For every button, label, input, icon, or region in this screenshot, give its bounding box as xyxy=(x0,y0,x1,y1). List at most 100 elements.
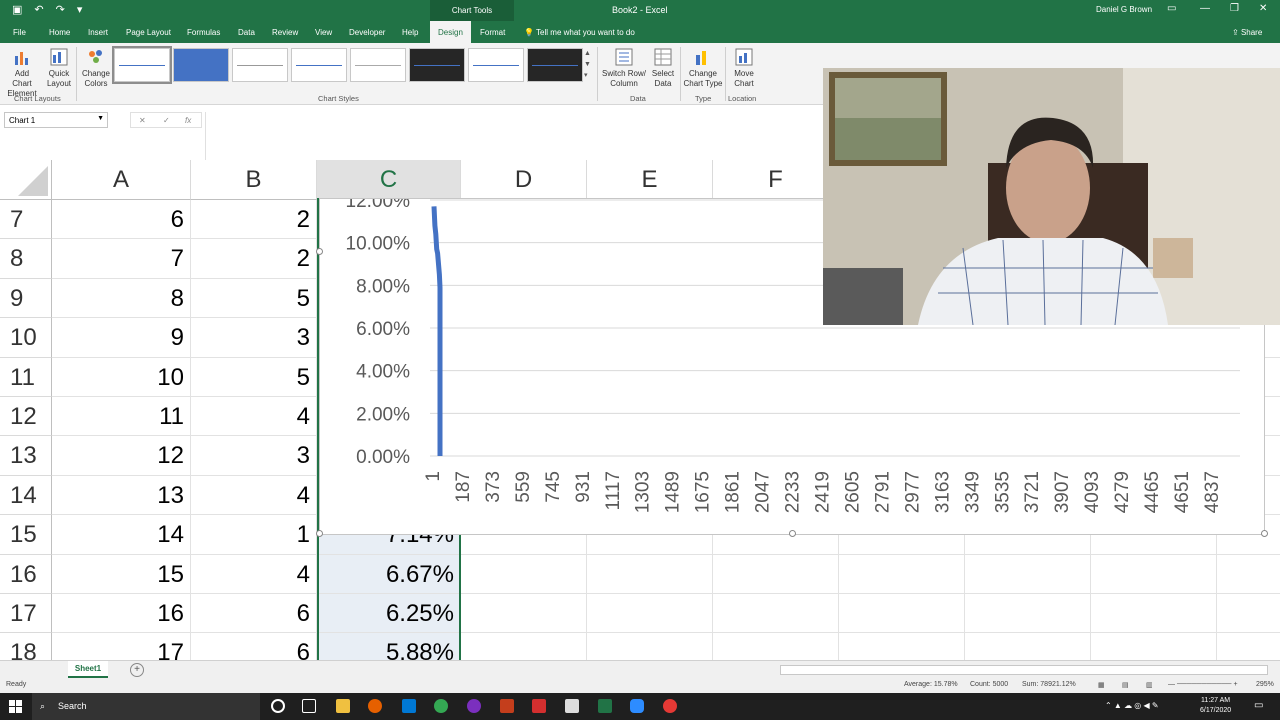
cell-a[interactable]: 11 xyxy=(52,397,191,437)
cell-i[interactable] xyxy=(1091,633,1217,660)
row-header[interactable]: 10 xyxy=(0,318,52,358)
user-name[interactable]: Daniel G Brown xyxy=(1096,5,1152,14)
acrobat-icon[interactable] xyxy=(532,699,546,713)
file-explorer-icon[interactable] xyxy=(336,699,350,713)
cell-b[interactable]: 2 xyxy=(191,200,317,240)
cell-e[interactable] xyxy=(587,594,713,634)
row-header[interactable]: 8 xyxy=(0,239,52,279)
chart-resize-handle[interactable] xyxy=(1261,530,1268,537)
zoom-level[interactable]: 295% xyxy=(1256,681,1274,688)
cell-b[interactable]: 3 xyxy=(191,318,317,358)
cell-e[interactable] xyxy=(587,633,713,660)
notifications-icon[interactable]: ▭ xyxy=(1254,700,1263,711)
minimize-icon[interactable]: — xyxy=(1200,3,1210,14)
normal-view-icon[interactable]: ▦ xyxy=(1098,681,1105,689)
media-app-icon[interactable] xyxy=(663,699,677,713)
change-chart-type-button[interactable]: Change Chart Type xyxy=(682,47,724,89)
column-header-b[interactable]: B xyxy=(191,160,317,200)
row-header[interactable]: 11 xyxy=(0,357,52,397)
cell-c[interactable]: 5.88% xyxy=(317,633,461,660)
cortana-icon[interactable] xyxy=(271,699,285,713)
horizontal-scrollbar[interactable] xyxy=(780,665,1268,675)
insert-function-icon[interactable]: fx xyxy=(185,116,191,125)
cell-a[interactable]: 14 xyxy=(52,515,191,555)
chart-style-7[interactable] xyxy=(468,48,524,82)
tab-data[interactable]: Data xyxy=(238,28,255,37)
taskbar-clock[interactable]: 11:27 AM 6/17/2020 xyxy=(1200,696,1231,716)
chart-style-3[interactable] xyxy=(232,48,288,82)
cell-a[interactable]: 6 xyxy=(52,200,191,240)
enter-icon[interactable]: ✓ xyxy=(163,116,170,125)
cell-c[interactable]: 6.25% xyxy=(317,594,461,634)
tab-page-layout[interactable]: Page Layout xyxy=(126,28,171,37)
cell-b[interactable]: 3 xyxy=(191,436,317,476)
outlook-icon[interactable] xyxy=(402,699,416,713)
ribbon-display-icon[interactable]: ▭ xyxy=(1167,3,1176,14)
move-chart-button[interactable]: Move Chart xyxy=(728,47,760,89)
cell-b[interactable]: 2 xyxy=(191,239,317,279)
chart-resize-handle[interactable] xyxy=(789,530,796,537)
cell-h[interactable] xyxy=(965,554,1091,594)
tab-home[interactable]: Home xyxy=(49,28,70,37)
cell-b[interactable]: 4 xyxy=(191,397,317,437)
tab-review[interactable]: Review xyxy=(272,28,298,37)
chart-style-4[interactable] xyxy=(291,48,347,82)
close-icon[interactable]: ✕ xyxy=(1259,3,1267,14)
cell-a[interactable]: 15 xyxy=(52,554,191,594)
row-header[interactable]: 17 xyxy=(0,594,52,634)
windows-start-icon[interactable] xyxy=(9,700,22,713)
quick-layout-button[interactable]: Quick Layout xyxy=(44,47,74,89)
cell-g[interactable] xyxy=(839,633,965,660)
excel-icon[interactable] xyxy=(598,699,612,713)
customize-toolbar-icon[interactable]: ▾ xyxy=(77,4,83,16)
add-sheet-icon[interactable]: + xyxy=(130,663,144,677)
chevron-down-icon[interactable]: ▼ xyxy=(97,115,104,122)
tab-help[interactable]: Help xyxy=(402,28,418,37)
cell-b[interactable]: 1 xyxy=(191,515,317,555)
cell-j[interactable] xyxy=(1217,633,1280,660)
row-header[interactable]: 9 xyxy=(0,278,52,319)
column-header-c[interactable]: C xyxy=(317,160,461,200)
cell-a[interactable]: 17 xyxy=(52,633,191,660)
select-all-button[interactable] xyxy=(0,160,52,200)
task-view-icon[interactable] xyxy=(302,699,316,713)
firefox-icon[interactable] xyxy=(368,699,382,713)
tab-developer[interactable]: Developer xyxy=(349,28,385,37)
calculator-icon[interactable] xyxy=(565,699,579,713)
chart-resize-handle[interactable] xyxy=(316,530,323,537)
tell-me-search[interactable]: 💡 Tell me what you want to do xyxy=(524,28,635,37)
cell-j[interactable] xyxy=(1217,594,1280,634)
tab-format[interactable]: Format xyxy=(480,28,505,37)
cell-a[interactable]: 16 xyxy=(52,594,191,634)
restore-icon[interactable]: ❐ xyxy=(1230,3,1239,14)
row-header[interactable]: 16 xyxy=(0,554,52,594)
cell-b[interactable]: 6 xyxy=(191,594,317,634)
chart-style-8[interactable] xyxy=(527,48,583,82)
chart-style-6[interactable] xyxy=(409,48,465,82)
tab-file[interactable]: File xyxy=(13,28,26,37)
column-header-e[interactable]: E xyxy=(587,160,713,200)
redo-icon[interactable]: ↷ xyxy=(56,4,65,16)
cell-b[interactable]: 4 xyxy=(191,554,317,594)
cell-a[interactable]: 8 xyxy=(52,278,191,319)
gallery-scroll-icon[interactable]: ▲ ▼ ▾ xyxy=(584,48,591,81)
zoom-app-icon[interactable] xyxy=(630,699,644,713)
page-break-view-icon[interactable]: ▥ xyxy=(1146,681,1153,689)
chrome-icon[interactable] xyxy=(434,699,448,713)
chart-style-2[interactable] xyxy=(173,48,229,82)
cell-j[interactable] xyxy=(1217,555,1280,594)
cell-a[interactable]: 13 xyxy=(52,475,191,516)
cell-a[interactable]: 7 xyxy=(52,239,191,279)
screen-recorder-icon[interactable] xyxy=(467,699,481,713)
chart-style-1[interactable] xyxy=(112,46,172,84)
cancel-icon[interactable]: ✕ xyxy=(139,116,146,125)
system-tray-icons[interactable]: ⌃ ▲ ☁ ◎ ◀ ✎ xyxy=(1105,701,1159,710)
cell-g[interactable] xyxy=(839,554,965,594)
tab-insert[interactable]: Insert xyxy=(88,28,108,37)
cell-h[interactable] xyxy=(965,633,1091,660)
cell-d[interactable] xyxy=(461,633,587,660)
cell-i[interactable] xyxy=(1091,594,1217,634)
cell-d[interactable] xyxy=(461,554,587,594)
sheet-tab-sheet1[interactable]: Sheet1 xyxy=(68,661,108,678)
cell-i[interactable] xyxy=(1091,554,1217,594)
